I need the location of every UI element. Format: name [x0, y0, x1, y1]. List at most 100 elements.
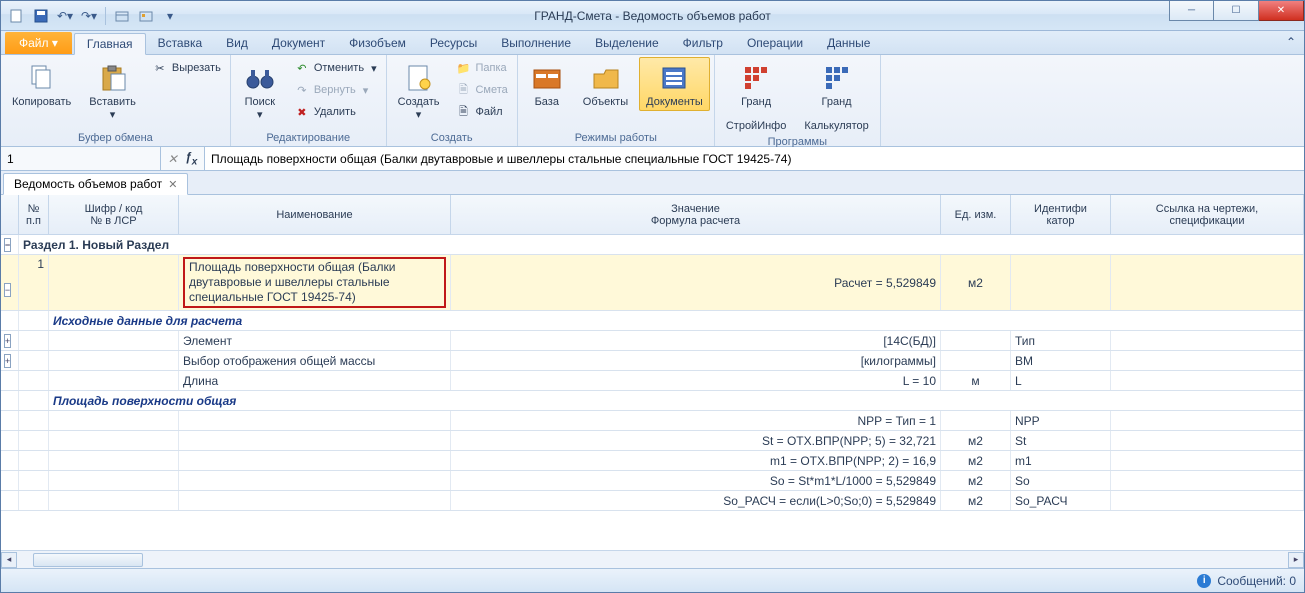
col-unit[interactable]: Ед. изм.	[941, 195, 1011, 234]
objects-icon	[589, 62, 621, 94]
quick-access-toolbar: ↶▾ ↷▾ ▾	[1, 6, 186, 26]
group-editing-label: Редактирование	[235, 131, 382, 145]
paste-button[interactable]: Вставить ▾	[82, 57, 143, 124]
tab-resources[interactable]: Ресурсы	[418, 32, 489, 54]
create-icon	[403, 62, 435, 94]
scroll-thumb[interactable]	[33, 553, 143, 567]
table-row[interactable]: m1 = ОТХ.ВПР(NPP; 2) = 16,9 м2 m1	[1, 451, 1304, 471]
expand-icon[interactable]: +	[4, 334, 11, 348]
folder-icon: 📁	[455, 60, 471, 76]
qat-undo-icon[interactable]: ↶▾	[55, 6, 75, 26]
copy-icon	[26, 62, 58, 94]
maximize-button[interactable]: ☐	[1214, 1, 1259, 21]
base-icon	[531, 62, 563, 94]
redo-button[interactable]: ↷Вернуть ▾	[289, 79, 382, 101]
document-tabs: Ведомость объемов работ ✕	[1, 171, 1304, 195]
delete-button[interactable]: ✖Удалить	[289, 101, 382, 123]
create-button[interactable]: Создать ▾	[391, 57, 447, 124]
delete-icon: ✖	[294, 104, 310, 120]
scroll-right-icon[interactable]: ▸	[1288, 552, 1304, 568]
subheader-row: Исходные данные для расчета	[1, 311, 1304, 331]
undo-button[interactable]: ↶Отменить ▾	[289, 57, 382, 79]
table-row[interactable]: Длина L = 10 м L	[1, 371, 1304, 391]
paste-icon	[97, 62, 129, 94]
qat-action1-icon[interactable]	[112, 6, 132, 26]
grid: № п.п Шифр / код № в ЛСР Наименование Зн…	[1, 195, 1304, 568]
col-code[interactable]: Шифр / код № в ЛСР	[49, 195, 179, 234]
subheader-row: Площадь поверхности общая	[1, 391, 1304, 411]
qat-more-icon[interactable]: ▾	[160, 6, 180, 26]
file-icon: 🗎	[455, 104, 471, 120]
col-value[interactable]: Значение Формула расчета	[451, 195, 941, 234]
col-name[interactable]: Наименование	[179, 195, 451, 234]
section-row[interactable]: − Раздел 1. Новый Раздел	[1, 235, 1304, 255]
doc-icon: 🗎	[455, 82, 471, 98]
expand-icon[interactable]: +	[4, 354, 11, 368]
cell-address-input[interactable]: 1	[1, 147, 161, 170]
tab-data[interactable]: Данные	[815, 32, 882, 54]
ribbon: Копировать Вставить ▾ ✂ Вырезать Буфер о…	[1, 55, 1304, 147]
table-row[interactable]: + Элемент [14С(БД)] Тип	[1, 331, 1304, 351]
file-tab[interactable]: Файл ▾	[5, 32, 72, 54]
col-id[interactable]: Идентифи катор	[1011, 195, 1111, 234]
group-modes-label: Режимы работы	[522, 131, 710, 145]
col-ref[interactable]: Ссылка на чертежи, спецификации	[1111, 195, 1304, 234]
scroll-left-icon[interactable]: ◂	[1, 552, 17, 568]
tab-document[interactable]: Документ	[260, 32, 337, 54]
qat-save-icon[interactable]	[31, 6, 51, 26]
grid-red-icon	[740, 62, 772, 94]
collapse-icon[interactable]: −	[4, 238, 11, 252]
table-row[interactable]: St = ОТХ.ВПР(NPP; 5) = 32,721 м2 St	[1, 431, 1304, 451]
close-button[interactable]: ✕	[1259, 1, 1304, 21]
prog-calc-button[interactable]: ГрандКалькулятор	[797, 57, 875, 135]
qat-new-icon[interactable]	[7, 6, 27, 26]
window-title: ГРАНД-Смета - Ведомость объемов работ	[534, 9, 771, 23]
table-row[interactable]: NPP = Тип = 1 NPP	[1, 411, 1304, 431]
col-num[interactable]: № п.п	[19, 195, 49, 234]
tab-selection[interactable]: Выделение	[583, 32, 671, 54]
ribbon-collapse-icon[interactable]: ⌃	[1286, 35, 1296, 49]
documents-button[interactable]: Документы	[639, 57, 710, 111]
doc-tab[interactable]: Ведомость объемов работ ✕	[3, 173, 188, 195]
close-tab-icon[interactable]: ✕	[168, 178, 177, 191]
prog-stroyinfo-button[interactable]: ГрандСтройИнфо	[719, 57, 794, 135]
create-file-button[interactable]: 🗎Файл	[450, 101, 512, 123]
tab-main[interactable]: Главная	[74, 33, 146, 55]
tab-filter[interactable]: Фильтр	[671, 32, 735, 54]
tab-operations[interactable]: Операции	[735, 32, 815, 54]
objects-button[interactable]: Объекты	[576, 57, 635, 111]
documents-icon	[658, 62, 690, 94]
table-row[interactable]: So = St*m1*L/1000 = 5,529849 м2 So	[1, 471, 1304, 491]
create-folder-button[interactable]: 📁Папка	[450, 57, 512, 79]
status-bar: i Сообщений: 0	[1, 568, 1304, 592]
qat-action2-icon[interactable]	[136, 6, 156, 26]
tab-view[interactable]: Вид	[214, 32, 260, 54]
table-row[interactable]: So_РАСЧ = если(L>0;So;0) = 5,529849 м2 S…	[1, 491, 1304, 511]
ribbon-tabs: Файл ▾ Главная Вставка Вид Документ Физо…	[1, 31, 1304, 55]
horizontal-scrollbar[interactable]: ◂ ▸	[1, 550, 1304, 568]
tab-phys[interactable]: Физобъем	[337, 32, 418, 54]
tab-insert[interactable]: Вставка	[146, 32, 215, 54]
minimize-button[interactable]: ─	[1169, 1, 1214, 21]
qat-redo-icon[interactable]: ↷▾	[79, 6, 99, 26]
group-clipboard-label: Буфер обмена	[5, 131, 226, 145]
collapse-icon[interactable]: −	[4, 283, 11, 297]
group-create-label: Создать	[391, 131, 513, 145]
binoculars-icon	[244, 62, 276, 94]
formula-input[interactable]: Площадь поверхности общая (Балки двутавр…	[205, 147, 1304, 170]
cut-button[interactable]: ✂ Вырезать	[147, 57, 226, 79]
undo-icon: ↶	[294, 60, 310, 76]
selected-cell[interactable]: Площадь поверхности общая (Балки двутавр…	[183, 257, 446, 308]
table-row[interactable]: + Выбор отображения общей массы [килогра…	[1, 351, 1304, 371]
create-smeta-button[interactable]: 🗎Смета	[450, 79, 512, 101]
search-button[interactable]: Поиск ▾	[235, 57, 285, 124]
table-row[interactable]: − 1 Площадь поверхности общая (Балки дву…	[1, 255, 1304, 311]
info-icon[interactable]: i	[1197, 574, 1211, 588]
scissors-icon: ✂	[152, 60, 168, 76]
status-messages[interactable]: Сообщений: 0	[1217, 574, 1296, 588]
copy-button[interactable]: Копировать	[5, 57, 78, 111]
tab-execution[interactable]: Выполнение	[489, 32, 583, 54]
redo-icon: ↷	[294, 82, 310, 98]
fx-label[interactable]: ✕ ƒx	[161, 147, 205, 170]
base-button[interactable]: База	[522, 57, 572, 111]
